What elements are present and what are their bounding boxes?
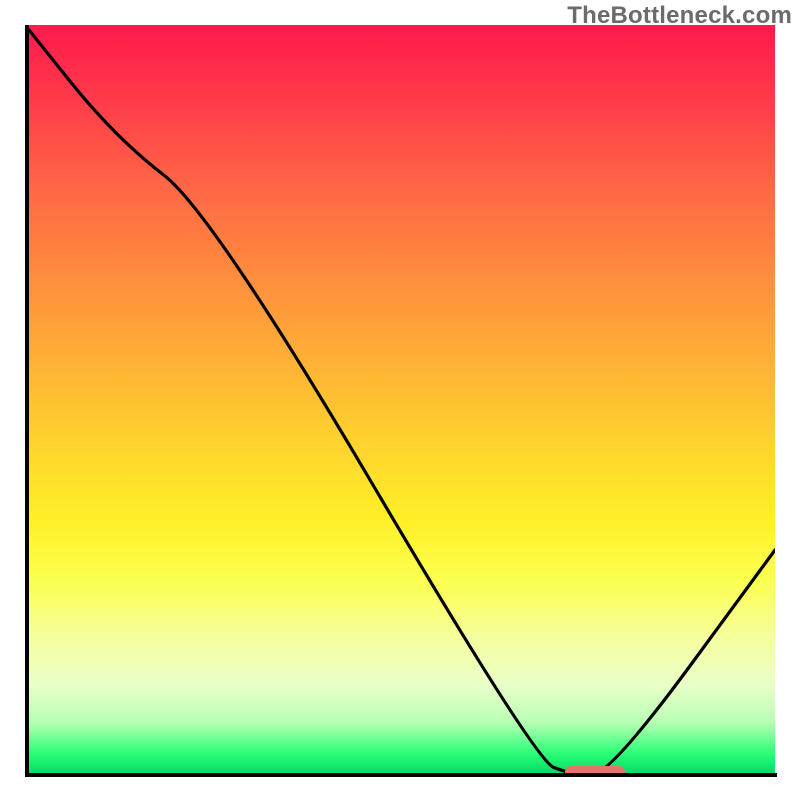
watermark-text: TheBottleneck.com [567,2,792,30]
plot-area [25,25,775,775]
y-axis [25,25,29,777]
x-axis [25,773,777,777]
bottleneck-chart: TheBottleneck.com [0,0,800,800]
bottleneck-curve [25,25,775,775]
curve-path [25,25,775,775]
